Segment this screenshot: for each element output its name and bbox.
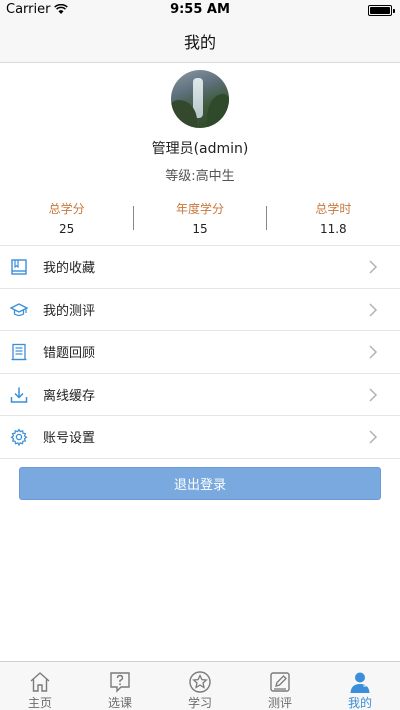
stats-row: 总学分 25 年度学分 15 总学时 11.8 — [0, 200, 400, 244]
stat-divider — [133, 206, 134, 230]
menu-item-label: 账号设置 — [43, 431, 96, 447]
tab-label: 选课 — [107, 696, 132, 710]
menu-item-label: 错题回顾 — [43, 346, 96, 362]
question-bubble-icon — [110, 672, 130, 693]
avatar[interactable] — [171, 70, 229, 128]
tab-label: 测评 — [267, 696, 292, 710]
menu-item-account-settings[interactable]: 账号设置 — [0, 416, 400, 459]
battery-icon — [368, 5, 395, 16]
stat-label: 总学时 — [315, 202, 352, 216]
stat-value: 15 — [192, 222, 208, 236]
menu-item-wrong-questions[interactable]: 错题回顾 — [0, 331, 400, 374]
tab-label: 主页 — [27, 696, 52, 710]
stat-total-credits: 总学分 25 — [0, 200, 133, 244]
chevron-right-icon — [369, 387, 378, 402]
chevron-right-icon — [369, 430, 378, 444]
nav-bar: 我的 — [0, 20, 400, 63]
logout-button[interactable]: 退出登录 — [19, 467, 381, 500]
stat-label: 年度学分 — [175, 202, 224, 216]
menu-item-favorites[interactable]: 我的收藏 — [0, 246, 400, 289]
user-level: 等级:高中生 — [165, 169, 235, 184]
tab-study[interactable]: 学习 — [160, 662, 240, 710]
chevron-right-icon — [369, 260, 378, 274]
page-title: 我的 — [183, 33, 216, 52]
menu-item-label: 我的收藏 — [43, 261, 96, 277]
menu-item-offline-cache[interactable]: 离线缓存 — [0, 374, 400, 416]
tab-assessment[interactable]: 测评 — [240, 662, 320, 710]
status-bar: Carrier 9:55 AM — [0, 0, 400, 20]
menu-item-assessments[interactable]: 我的测评 — [0, 289, 400, 331]
stat-total-hours: 总学时 11.8 — [267, 200, 400, 244]
tab-label: 学习 — [187, 696, 212, 710]
menu-item-label: 离线缓存 — [43, 388, 96, 404]
stat-value: 11.8 — [319, 222, 347, 236]
menu-item-label: 我的测评 — [43, 303, 96, 319]
tab-mine[interactable]: 我的 — [320, 662, 400, 710]
chevron-right-icon — [369, 345, 378, 359]
tab-bar: 主页 选课 学习 测评 我的 — [0, 661, 400, 710]
gear-icon — [10, 428, 28, 446]
download-icon — [10, 387, 28, 403]
stat-annual-credits: 年度学分 15 — [133, 200, 266, 244]
profile-section: 管理员(admin) 等级:高中生 — [0, 63, 400, 193]
edit-note-icon — [270, 672, 290, 692]
home-icon — [30, 672, 50, 692]
clock: 9:55 AM — [170, 2, 230, 17]
star-circle-icon — [189, 671, 211, 693]
tab-course-selection[interactable]: 选课 — [80, 662, 160, 710]
stat-divider — [266, 206, 267, 230]
bookmark-book-icon — [11, 259, 27, 275]
tab-label: 我的 — [347, 696, 372, 710]
settings-menu: 我的收藏 我的测评 错题回顾 离线缓存 账号设置 — [0, 245, 400, 459]
chevron-right-icon — [369, 302, 378, 317]
graduation-cap-icon — [10, 302, 28, 316]
username: 管理员(admin) — [151, 141, 249, 157]
stat-label: 总学分 — [48, 202, 85, 216]
document-list-icon — [11, 343, 27, 361]
tab-home[interactable]: 主页 — [0, 662, 80, 710]
stat-value: 25 — [59, 222, 75, 236]
person-icon — [350, 672, 370, 693]
